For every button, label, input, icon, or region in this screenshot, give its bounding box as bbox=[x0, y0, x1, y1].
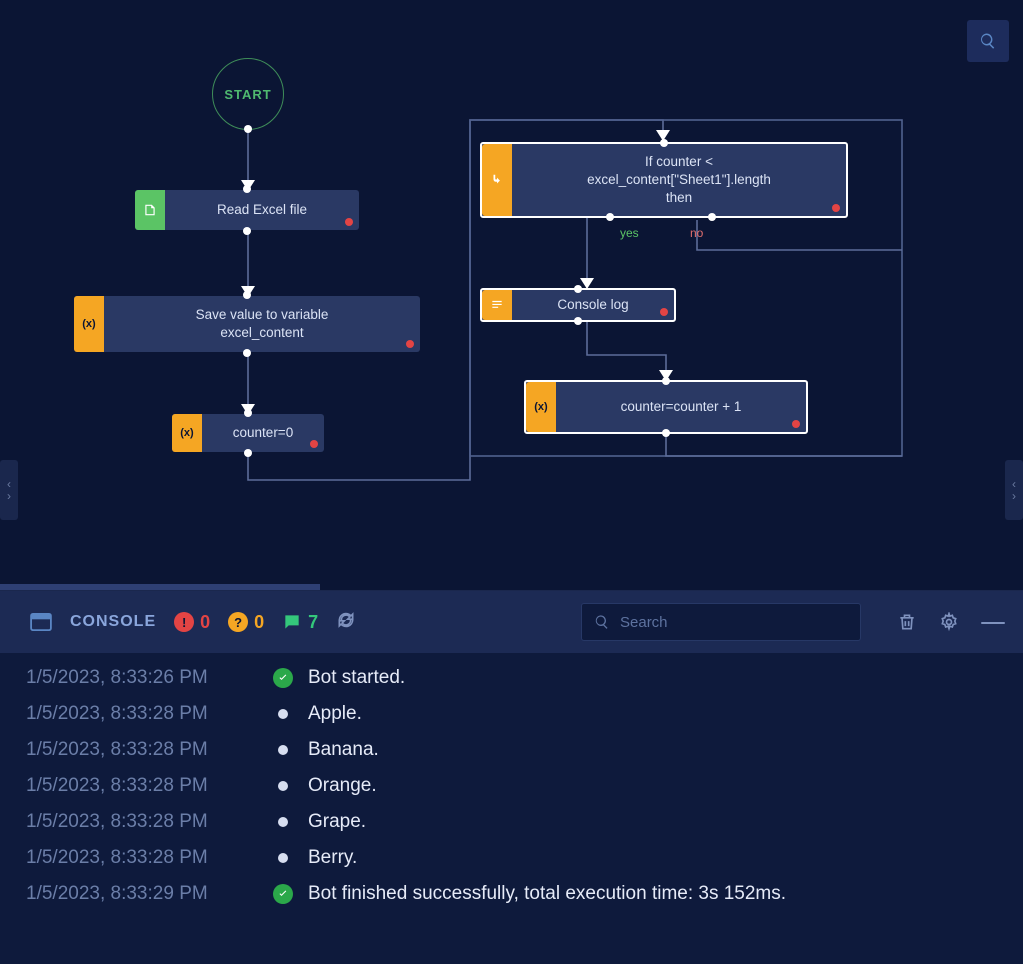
right-panel-toggle[interactable]: ‹› bbox=[1005, 460, 1023, 520]
branch-icon bbox=[482, 144, 512, 216]
node-save-variable[interactable]: (x) Save value to variable excel_content bbox=[74, 296, 420, 352]
log-row: 1/5/2023, 8:33:28 PM Orange. bbox=[26, 775, 999, 797]
port-no-icon bbox=[708, 213, 716, 221]
breakpoint-dot-icon bbox=[406, 340, 414, 348]
log-row: 1/5/2023, 8:33:28 PM Banana. bbox=[26, 739, 999, 761]
flow-canvas[interactable]: ‹› ‹› START Read Excel file bbox=[0, 0, 1023, 585]
node-counter-increment[interactable]: (x) counter=counter + 1 bbox=[524, 380, 808, 434]
log-message: Bot finished successfully, total executi… bbox=[308, 883, 786, 905]
log-row: 1/5/2023, 8:33:26 PM Bot started. bbox=[26, 667, 999, 689]
node-counter-init[interactable]: (x) counter=0 bbox=[172, 414, 324, 452]
dot-icon bbox=[272, 853, 294, 863]
left-panel-toggle[interactable]: ‹› bbox=[0, 460, 18, 520]
log-timestamp: 1/5/2023, 8:33:28 PM bbox=[26, 703, 258, 725]
log-message: Grape. bbox=[308, 811, 366, 833]
console-panel: CONSOLE ! 0 ? 0 7 bbox=[0, 590, 1023, 964]
port-icon bbox=[662, 429, 670, 437]
canvas-search-button[interactable] bbox=[967, 20, 1009, 62]
breakpoint-dot-icon bbox=[792, 420, 800, 428]
log-timestamp: 1/5/2023, 8:33:26 PM bbox=[26, 667, 258, 689]
node-label: Save value to variable excel_content bbox=[196, 306, 329, 342]
log-message: Orange. bbox=[308, 775, 377, 797]
check-icon bbox=[272, 668, 294, 688]
error-count-badge[interactable]: ! 0 bbox=[174, 612, 210, 633]
port-icon bbox=[243, 291, 251, 299]
breakpoint-dot-icon bbox=[832, 204, 840, 212]
edge-label-no: no bbox=[690, 226, 703, 240]
port-icon bbox=[574, 317, 582, 325]
port-icon bbox=[574, 285, 582, 293]
log-message: Apple. bbox=[308, 703, 362, 725]
console-search[interactable] bbox=[581, 603, 861, 641]
node-label: counter=0 bbox=[233, 424, 293, 442]
port-icon bbox=[243, 349, 251, 357]
dot-icon bbox=[272, 709, 294, 719]
port-icon bbox=[243, 185, 251, 193]
minimize-button[interactable] bbox=[981, 620, 1005, 625]
log-timestamp: 1/5/2023, 8:33:28 PM bbox=[26, 811, 258, 833]
log-row: 1/5/2023, 8:33:29 PM Bot finished success… bbox=[26, 883, 999, 905]
log-row: 1/5/2023, 8:33:28 PM Grape. bbox=[26, 811, 999, 833]
log-message: Banana. bbox=[308, 739, 379, 761]
node-label: If counter < excel_content["Sheet1"].len… bbox=[587, 153, 771, 208]
node-label: Read Excel file bbox=[217, 201, 307, 219]
console-header: CONSOLE ! 0 ? 0 7 bbox=[0, 591, 1023, 653]
node-label: Console log bbox=[557, 296, 628, 314]
log-message: Bot started. bbox=[308, 667, 405, 689]
breakpoint-dot-icon bbox=[345, 218, 353, 226]
console-log-list: 1/5/2023, 8:33:26 PMBot started.1/5/2023… bbox=[0, 653, 1023, 915]
variable-icon: (x) bbox=[526, 382, 556, 432]
log-row: 1/5/2023, 8:33:28 PM Berry. bbox=[26, 847, 999, 869]
port-icon bbox=[244, 409, 252, 417]
warn-count: 0 bbox=[254, 612, 264, 633]
window-icon bbox=[30, 613, 52, 631]
port-icon bbox=[660, 139, 668, 147]
log-row: 1/5/2023, 8:33:28 PM Apple. bbox=[26, 703, 999, 725]
breakpoint-dot-icon bbox=[310, 440, 318, 448]
node-read-excel[interactable]: Read Excel file bbox=[135, 190, 359, 230]
message-count-badge[interactable]: 7 bbox=[282, 612, 318, 633]
port-icon bbox=[662, 377, 670, 385]
warn-count-badge[interactable]: ? 0 bbox=[228, 612, 264, 633]
log-timestamp: 1/5/2023, 8:33:28 PM bbox=[26, 847, 258, 869]
console-title: CONSOLE bbox=[70, 613, 156, 631]
start-label: START bbox=[224, 87, 271, 102]
node-if-condition[interactable]: If counter < excel_content["Sheet1"].len… bbox=[480, 142, 848, 218]
variable-icon: (x) bbox=[74, 296, 104, 352]
check-icon bbox=[272, 884, 294, 904]
list-icon bbox=[482, 290, 512, 320]
refresh-button[interactable] bbox=[336, 610, 356, 635]
node-console-log[interactable]: Console log bbox=[480, 288, 676, 322]
start-node[interactable]: START bbox=[212, 58, 284, 130]
log-timestamp: 1/5/2023, 8:33:28 PM bbox=[26, 739, 258, 761]
log-message: Berry. bbox=[308, 847, 357, 869]
error-count: 0 bbox=[200, 612, 210, 633]
console-search-input[interactable] bbox=[620, 614, 848, 631]
port-icon bbox=[244, 125, 252, 133]
excel-icon bbox=[135, 190, 165, 230]
dot-icon bbox=[272, 781, 294, 791]
variable-icon: (x) bbox=[172, 414, 202, 452]
message-count: 7 bbox=[308, 612, 318, 633]
node-label: counter=counter + 1 bbox=[621, 398, 742, 416]
port-icon bbox=[244, 449, 252, 457]
port-icon bbox=[243, 227, 251, 235]
gear-button[interactable] bbox=[939, 612, 959, 632]
breakpoint-dot-icon bbox=[660, 308, 668, 316]
trash-button[interactable] bbox=[897, 612, 917, 632]
edge-label-yes: yes bbox=[620, 226, 639, 240]
dot-icon bbox=[272, 817, 294, 827]
port-yes-icon bbox=[606, 213, 614, 221]
log-timestamp: 1/5/2023, 8:33:29 PM bbox=[26, 883, 258, 905]
dot-icon bbox=[272, 745, 294, 755]
log-timestamp: 1/5/2023, 8:33:28 PM bbox=[26, 775, 258, 797]
